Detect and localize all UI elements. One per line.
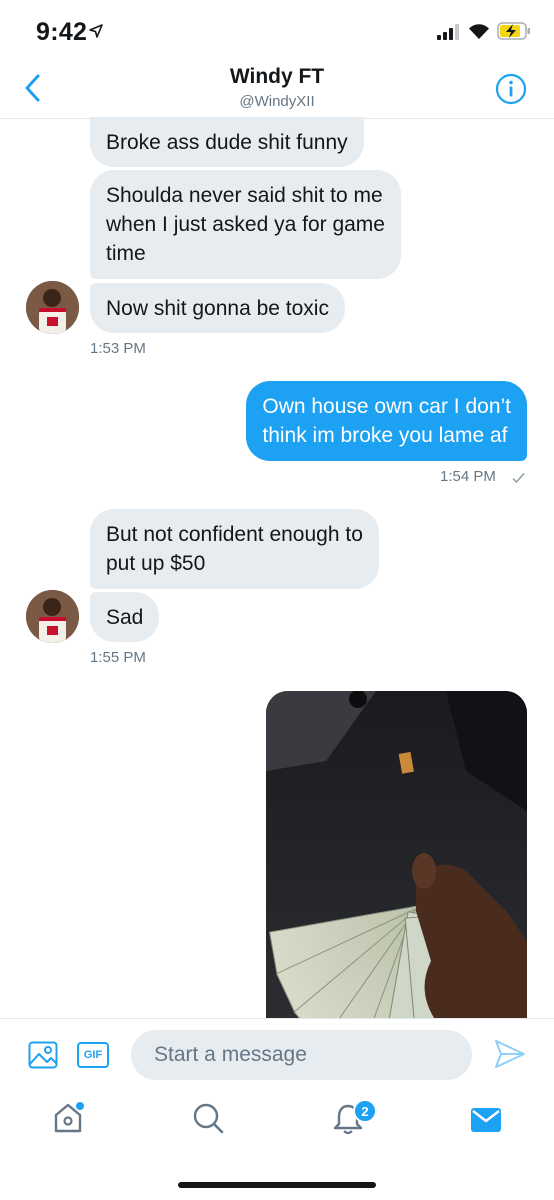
photo-content (266, 691, 527, 1021)
avatar-image (26, 590, 79, 643)
message-text-line: But not confident enough to (106, 523, 363, 546)
conversation-name[interactable]: Windy FT (0, 65, 554, 89)
message-text-line: Shoulda never said shit to me (106, 184, 383, 207)
tab-bar: 2 (0, 1090, 554, 1200)
message-text-line: time (106, 242, 146, 265)
conversation-header: Windy FT @WindyXII (0, 62, 554, 119)
conversation-handle: @WindyXII (239, 93, 315, 110)
home-indicator (178, 1182, 376, 1188)
message-bubble-incoming[interactable]: Broke ass dude shit funny (90, 117, 364, 167)
message-bubble-incoming[interactable]: But not confident enough to put up $50 (90, 509, 379, 589)
info-icon[interactable] (495, 73, 527, 105)
message-bubble-outgoing[interactable]: Own house own car I don’t think im broke… (246, 381, 527, 461)
message-input[interactable]: Start a message (131, 1030, 472, 1080)
send-icon[interactable] (494, 1039, 526, 1069)
message-timestamp: 1:53 PM (90, 340, 146, 357)
mail-icon[interactable] (471, 1108, 501, 1132)
avatar-image (26, 281, 79, 334)
message-text-line: think im broke you lame af (262, 424, 508, 447)
message-bubble-incoming[interactable]: Sad (90, 592, 160, 642)
avatar[interactable] (26, 281, 79, 334)
home-unread-dot (76, 1102, 84, 1110)
message-bubble-incoming[interactable]: Now shit gonna be toxic (90, 283, 345, 333)
message-text-line: Own house own car I don’t (262, 395, 511, 418)
message-composer: GIF Start a message (0, 1018, 554, 1090)
message-timestamp: 1:55 PM (90, 649, 146, 666)
avatar[interactable] (26, 590, 79, 643)
read-check-icon (512, 473, 525, 484)
notifications-badge: 2 (353, 1099, 377, 1123)
search-icon[interactable] (192, 1102, 224, 1134)
battery-charging-icon (497, 22, 530, 40)
message-text: Now shit gonna be toxic (106, 296, 329, 320)
message-text: Broke ass dude shit funny (106, 130, 348, 154)
location-arrow-icon (89, 24, 103, 38)
image-icon[interactable] (28, 1041, 58, 1069)
signal-icon (437, 24, 459, 40)
message-text-line: put up $50 (106, 552, 206, 575)
message-photo[interactable] (266, 691, 527, 1021)
message-text-line: when I just asked ya for game (106, 213, 385, 236)
status-bar: 9:42 (0, 0, 554, 62)
wifi-icon (469, 24, 489, 39)
message-text: Sad (106, 605, 144, 629)
message-timestamp: 1:54 PM (440, 468, 496, 485)
status-time: 9:42 (36, 18, 88, 46)
gif-button[interactable]: GIF (77, 1042, 109, 1068)
message-bubble-incoming[interactable]: Shoulda never said shit to me when I jus… (90, 170, 401, 279)
